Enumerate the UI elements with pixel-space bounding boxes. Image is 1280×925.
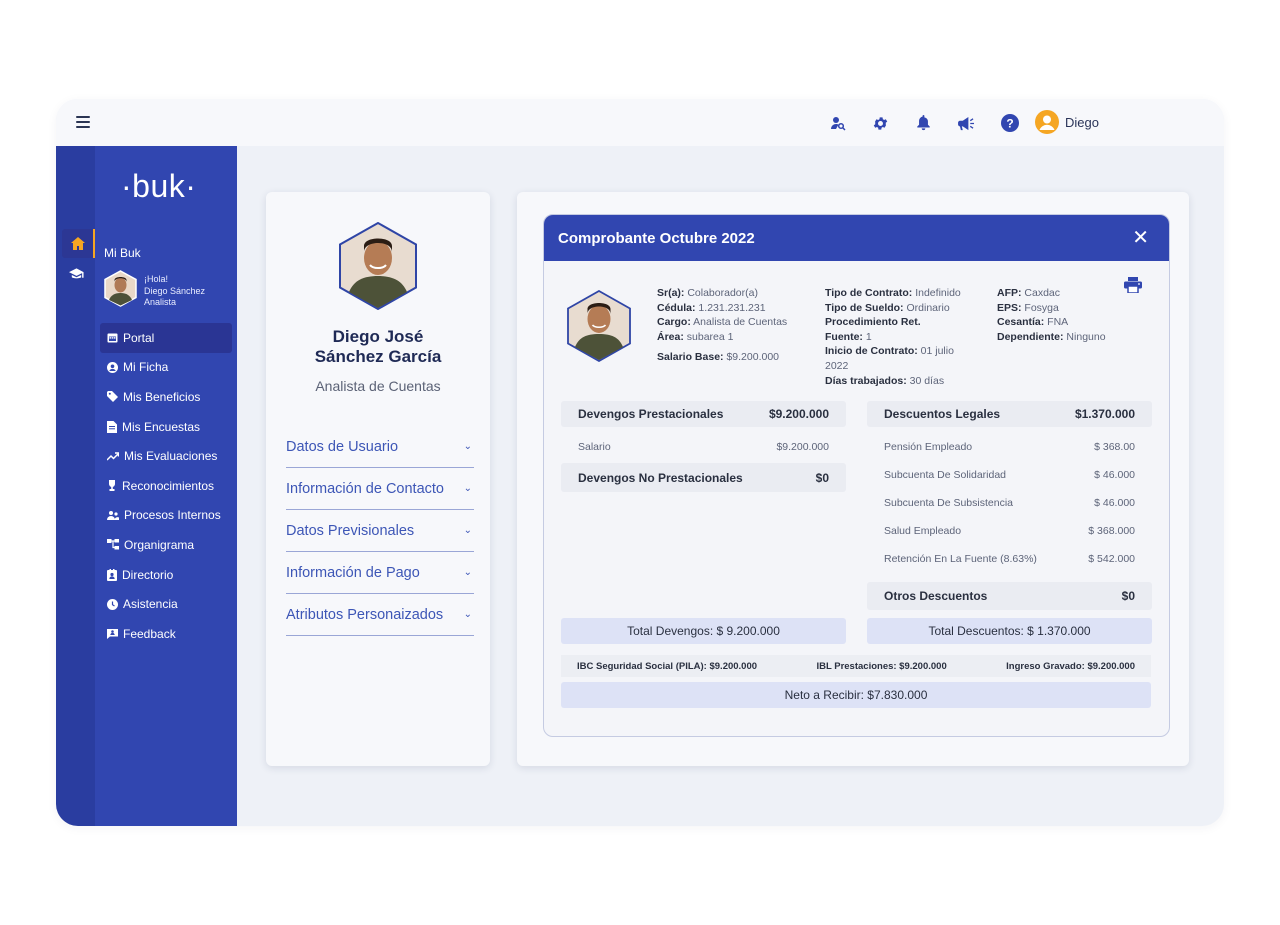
employee-role: Analista de Cuentas: [315, 378, 441, 394]
help-icon[interactable]: ?: [988, 111, 1031, 135]
modal-header: Comprobante Octubre 2022 ✕: [544, 215, 1169, 261]
sidebar-item-label: Asistencia: [123, 597, 178, 612]
section-datos-de-usuario[interactable]: Datos de Usuario ⌄: [286, 426, 474, 468]
svg-text:?: ?: [1006, 117, 1013, 131]
org-chart-icon: [107, 539, 119, 550]
profile-sections: Datos de Usuario ⌄ Información de Contact…: [286, 426, 474, 636]
trophy-icon: [109, 480, 115, 492]
sidebar-item-asistencia[interactable]: Asistencia: [100, 589, 232, 619]
top-actions: ?: [816, 111, 1031, 135]
ibc-value: IBC Seguridad Social (PILA): $9.200.000: [577, 660, 758, 672]
sidebar-item-directorio[interactable]: Directorio: [100, 560, 232, 590]
section-informacion-de-pago[interactable]: Información de Pago ⌄: [286, 552, 474, 594]
bases-row: IBC Seguridad Social (PILA): $9.200.000 …: [561, 655, 1151, 677]
home-icon[interactable]: [62, 229, 95, 258]
sidebar-profile[interactable]: ¡Hola! Diego Sánchez Analista: [104, 270, 205, 309]
contact-book-icon: [107, 568, 117, 581]
top-bar: ? Diego: [56, 99, 1224, 146]
sidebar-item-feedback[interactable]: Feedback: [100, 619, 232, 649]
descuento-row: Retención En La Fuente (8.63%) $ 542.000: [884, 553, 1135, 565]
descuento-row: Pensión Empleado $ 368.00: [884, 441, 1135, 453]
payslip-card: Comprobante Octubre 2022 ✕ Sr(a): Colabo…: [517, 192, 1189, 766]
avatar: [104, 270, 137, 307]
user-circle-icon: [107, 361, 118, 373]
sidebar-item-label: Mis Beneficios: [123, 389, 201, 404]
sidebar-item-label: Mi Ficha: [123, 360, 169, 375]
salario-row: Salario $9.200.000: [578, 441, 829, 453]
app-frame: ? Diego ·buk· Mi Buk ¡Hola! Diego Sánche…: [56, 99, 1224, 826]
sidebar-item-label: Directorio: [122, 567, 174, 582]
user-avatar-icon: [1035, 110, 1059, 134]
descuento-row: Subcuenta De Subsistencia $ 46.000: [884, 497, 1135, 509]
employee-name: Diego José Sánchez García: [314, 327, 442, 366]
sidebar-user-name: Diego Sánchez: [144, 285, 206, 296]
trend-icon: [107, 451, 119, 461]
profile-card: Diego José Sánchez García Analista de Cu…: [266, 192, 490, 766]
ibl-value: IBL Prestaciones: $9.200.000: [816, 660, 947, 672]
chevron-down-icon: ⌄: [463, 483, 472, 494]
sidebar-greeting: ¡Hola!: [144, 274, 169, 284]
sidebar-item-portal[interactable]: Portal: [100, 323, 232, 353]
ingreso-gravado-value: Ingreso Gravado: $9.200.000: [1006, 660, 1135, 672]
sidebar-item-mis-evaluaciones[interactable]: Mis Evaluaciones: [100, 441, 232, 471]
sidebar-nav: Portal Mi Ficha Mis Beneficios Mis Encue…: [100, 323, 232, 649]
section-atributos-personalizados[interactable]: Atributos Personaizados ⌄: [286, 594, 474, 636]
sidebar-item-label: Organigrama: [124, 537, 195, 552]
sidebar-item-label: Feedback: [123, 626, 176, 641]
clock-icon: [107, 598, 118, 610]
sidebar-item-label: Mis Encuestas: [122, 419, 201, 434]
employee-info-col2: Tipo de Contrato: Indefinido Tipo de Sue…: [825, 287, 961, 387]
user-name: Diego: [1065, 114, 1099, 130]
sidebar-item-label: Procesos Internos: [124, 508, 221, 523]
sidebar-item-label: Reconocimientos: [122, 478, 215, 493]
total-descuentos: Total Descuentos: $ 1.370.000: [867, 618, 1152, 644]
tag-icon: [107, 391, 118, 403]
calendar-icon: [107, 333, 118, 343]
section-informacion-de-contacto[interactable]: Información de Contacto ⌄: [286, 468, 474, 510]
sidebar: ·buk· Mi Buk ¡Hola! Diego Sánchez Analis…: [95, 146, 237, 826]
icon-rail: [56, 146, 95, 826]
devengos-prestacionales-row: Devengos Prestacionales $9.200.000: [561, 401, 846, 427]
feedback-icon: [107, 629, 118, 640]
close-icon[interactable]: ✕: [1132, 228, 1149, 248]
devengos-no-prestacionales-row: Devengos No Prestacionales $0: [561, 463, 846, 492]
employee-photo: [567, 289, 631, 367]
menu-icon[interactable]: [76, 116, 90, 128]
employee-info-col1: Sr(a): Colaborador(a) Cédula: 1.231.231.…: [657, 287, 788, 364]
total-devengos: Total Devengos: $ 9.200.000: [561, 618, 846, 644]
document-icon: [107, 420, 117, 433]
buk-logo: ·buk·: [121, 168, 197, 204]
megaphone-icon[interactable]: [945, 111, 988, 135]
sidebar-item-mis-beneficios[interactable]: Mis Beneficios: [100, 382, 232, 412]
people-icon: [107, 510, 119, 520]
section-datos-previsionales[interactable]: Datos Previsionales ⌄: [286, 510, 474, 552]
graduation-cap-icon[interactable]: [69, 267, 84, 285]
sidebar-item-mis-encuestas[interactable]: Mis Encuestas: [100, 412, 232, 442]
sidebar-item-label: Mis Evaluaciones: [124, 449, 218, 464]
descuentos-legales-row: Descuentos Legales $1.370.000: [867, 401, 1152, 427]
sidebar-item-procesos-internos[interactable]: Procesos Internos: [100, 501, 232, 531]
descuento-row: Subcuenta De Solidaridad $ 46.000: [884, 469, 1135, 481]
sidebar-user-role: Analista: [144, 297, 177, 307]
chevron-down-icon: ⌄: [463, 609, 472, 620]
chevron-down-icon: ⌄: [463, 441, 472, 452]
descuento-row: Salud Empleado $ 368.000: [884, 525, 1135, 537]
sidebar-section-title: Mi Buk: [104, 246, 141, 260]
sidebar-item-reconocimientos[interactable]: Reconocimientos: [100, 471, 232, 501]
user-search-icon[interactable]: [816, 111, 859, 135]
profile-photo: [339, 221, 417, 315]
sidebar-item-mi-ficha[interactable]: Mi Ficha: [100, 353, 232, 383]
user-menu[interactable]: Diego: [1035, 110, 1099, 134]
sidebar-item-organigrama[interactable]: Organigrama: [100, 530, 232, 560]
payslip-modal: Comprobante Octubre 2022 ✕ Sr(a): Colabo…: [543, 214, 1170, 737]
sidebar-item-label: Portal: [123, 330, 155, 345]
otros-descuentos-row: Otros Descuentos $0: [867, 582, 1152, 610]
bell-icon[interactable]: [902, 111, 945, 135]
chevron-down-icon: ⌄: [463, 525, 472, 536]
neto-a-recibir: Neto a Recibir: $7.830.000: [561, 682, 1151, 708]
chevron-down-icon: ⌄: [463, 567, 472, 578]
modal-title: Comprobante Octubre 2022: [558, 229, 755, 247]
printer-icon[interactable]: [1124, 277, 1142, 298]
gear-icon[interactable]: [859, 111, 902, 135]
